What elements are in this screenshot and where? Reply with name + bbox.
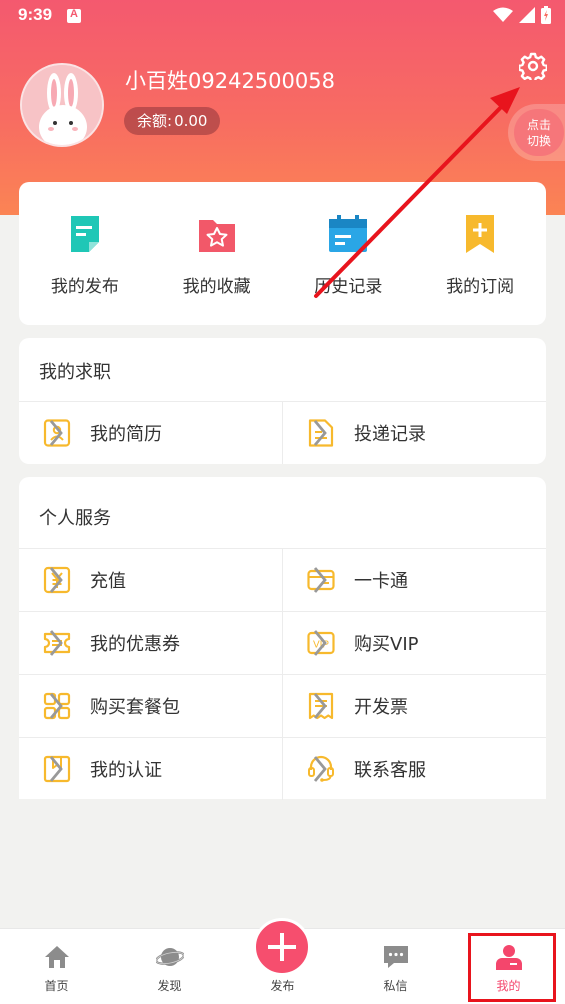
rabbit-avatar-icon (22, 65, 102, 145)
chevron-right-icon (313, 420, 327, 446)
menu-item-label: 投递记录 (354, 424, 426, 445)
gear-icon[interactable] (519, 52, 547, 80)
menu-item-label: 我的认证 (90, 760, 162, 781)
message-icon (383, 946, 408, 968)
menu-item-resume[interactable]: 我的简历 (19, 402, 283, 464)
plus-icon (268, 933, 296, 961)
tab-label: 私信 (383, 979, 408, 993)
username: 小百姓09242500058 (125, 69, 335, 93)
calendar-icon (329, 215, 368, 252)
status-time: 9:39 (18, 5, 53, 24)
tab-discover[interactable]: 发现 (113, 929, 226, 1004)
chevron-right-icon (49, 567, 63, 593)
quick-action-label: 我的订阅 (446, 277, 515, 297)
menu-item-card[interactable]: 一卡通 (283, 549, 546, 611)
switch-button-face: 点击 切换 (514, 109, 564, 156)
menu-item-recharge[interactable]: 充值 (19, 549, 283, 611)
menu-item-label: 联系客服 (354, 760, 426, 781)
bookmark-plus-icon (466, 215, 495, 253)
switch-label-line1: 点击 (526, 118, 551, 132)
menu-item-label: 我的简历 (90, 424, 162, 445)
chevron-right-icon (49, 420, 63, 446)
status-icons (493, 6, 551, 24)
quick-action-my-posts[interactable]: 我的发布 (19, 182, 151, 325)
grid-row: 充值 一卡通 (19, 548, 546, 611)
menu-item-label: 购买套餐包 (90, 697, 180, 718)
grid-row: 购买套餐包 开发票 (19, 674, 546, 737)
quick-action-subscriptions[interactable]: 我的订阅 (414, 182, 546, 325)
battery-icon (541, 6, 551, 24)
menu-item-buy-vip[interactable]: VIP 购买VIP (283, 612, 546, 674)
chevron-right-icon (313, 693, 327, 719)
tab-home[interactable]: 首页 (0, 929, 113, 1004)
home-icon (44, 946, 69, 968)
quick-action-my-favorites[interactable]: 我的收藏 (151, 182, 283, 325)
grid-row: 我的简历 投递记录 (19, 401, 546, 464)
notification-app-icon (67, 8, 81, 23)
signal-icon (519, 7, 535, 23)
chevron-right-icon (49, 630, 63, 656)
section-title: 个人服务 (39, 508, 111, 529)
doc-icon (70, 216, 99, 252)
switch-label-line2: 切换 (526, 134, 551, 148)
chevron-right-icon (49, 756, 63, 782)
grid-row: 我的认证 联系客服 (19, 737, 546, 800)
section-title: 我的求职 (39, 362, 111, 383)
star-folder-icon (198, 220, 235, 252)
job-section-card: 我的求职 我的简历 投递记录 (19, 338, 546, 464)
menu-item-label: 开发票 (354, 697, 408, 718)
menu-item-certification[interactable]: 我的认证 (19, 738, 283, 800)
status-bar: 9:39 (0, 0, 565, 32)
quick-action-history[interactable]: 历史记录 (283, 182, 415, 325)
chevron-right-icon (313, 756, 327, 782)
quick-actions-card: 我的发布 我的收藏 历史记录 我的订阅 (19, 182, 546, 325)
menu-item-label: 充值 (90, 571, 126, 592)
tab-label: 首页 (44, 979, 69, 993)
menu-item-delivery-record[interactable]: 投递记录 (283, 402, 546, 464)
balance-label: 余额: (137, 112, 173, 130)
publish-button[interactable] (253, 918, 311, 976)
chevron-right-icon (313, 630, 327, 656)
menu-item-label: 购买VIP (354, 634, 419, 655)
quick-action-label: 我的收藏 (182, 277, 251, 297)
quick-action-label: 我的发布 (50, 277, 119, 297)
avatar[interactable] (20, 63, 104, 147)
planet-icon (155, 948, 184, 966)
menu-item-package[interactable]: 购买套餐包 (19, 675, 283, 737)
balance-badge[interactable]: 余额: 0.00 (124, 107, 221, 135)
tab-label: 发布 (270, 979, 295, 993)
wifi-icon (493, 7, 513, 22)
switch-identity-button[interactable]: 点击 切换 (508, 104, 565, 161)
quick-action-label: 历史记录 (314, 277, 383, 297)
tab-label: 发现 (157, 979, 182, 993)
chevron-right-icon (313, 567, 327, 593)
service-section-card: 个人服务 充值 一卡通 我的优惠券 VIP 购买VIP 购买套餐包 开发票 我的… (19, 477, 546, 800)
tab-messages[interactable]: 私信 (339, 929, 452, 1004)
chevron-right-icon (49, 693, 63, 719)
menu-item-invoice[interactable]: 开发票 (283, 675, 546, 737)
menu-item-customer-service[interactable]: 联系客服 (283, 738, 546, 800)
menu-item-coupon[interactable]: 我的优惠券 (19, 612, 283, 674)
menu-item-label: 一卡通 (354, 571, 408, 592)
menu-item-label: 我的优惠券 (90, 634, 180, 655)
grid-row: 我的优惠券 VIP 购买VIP (19, 611, 546, 674)
annotation-highlight-box (468, 933, 556, 1002)
balance-value: 0.00 (174, 112, 208, 130)
